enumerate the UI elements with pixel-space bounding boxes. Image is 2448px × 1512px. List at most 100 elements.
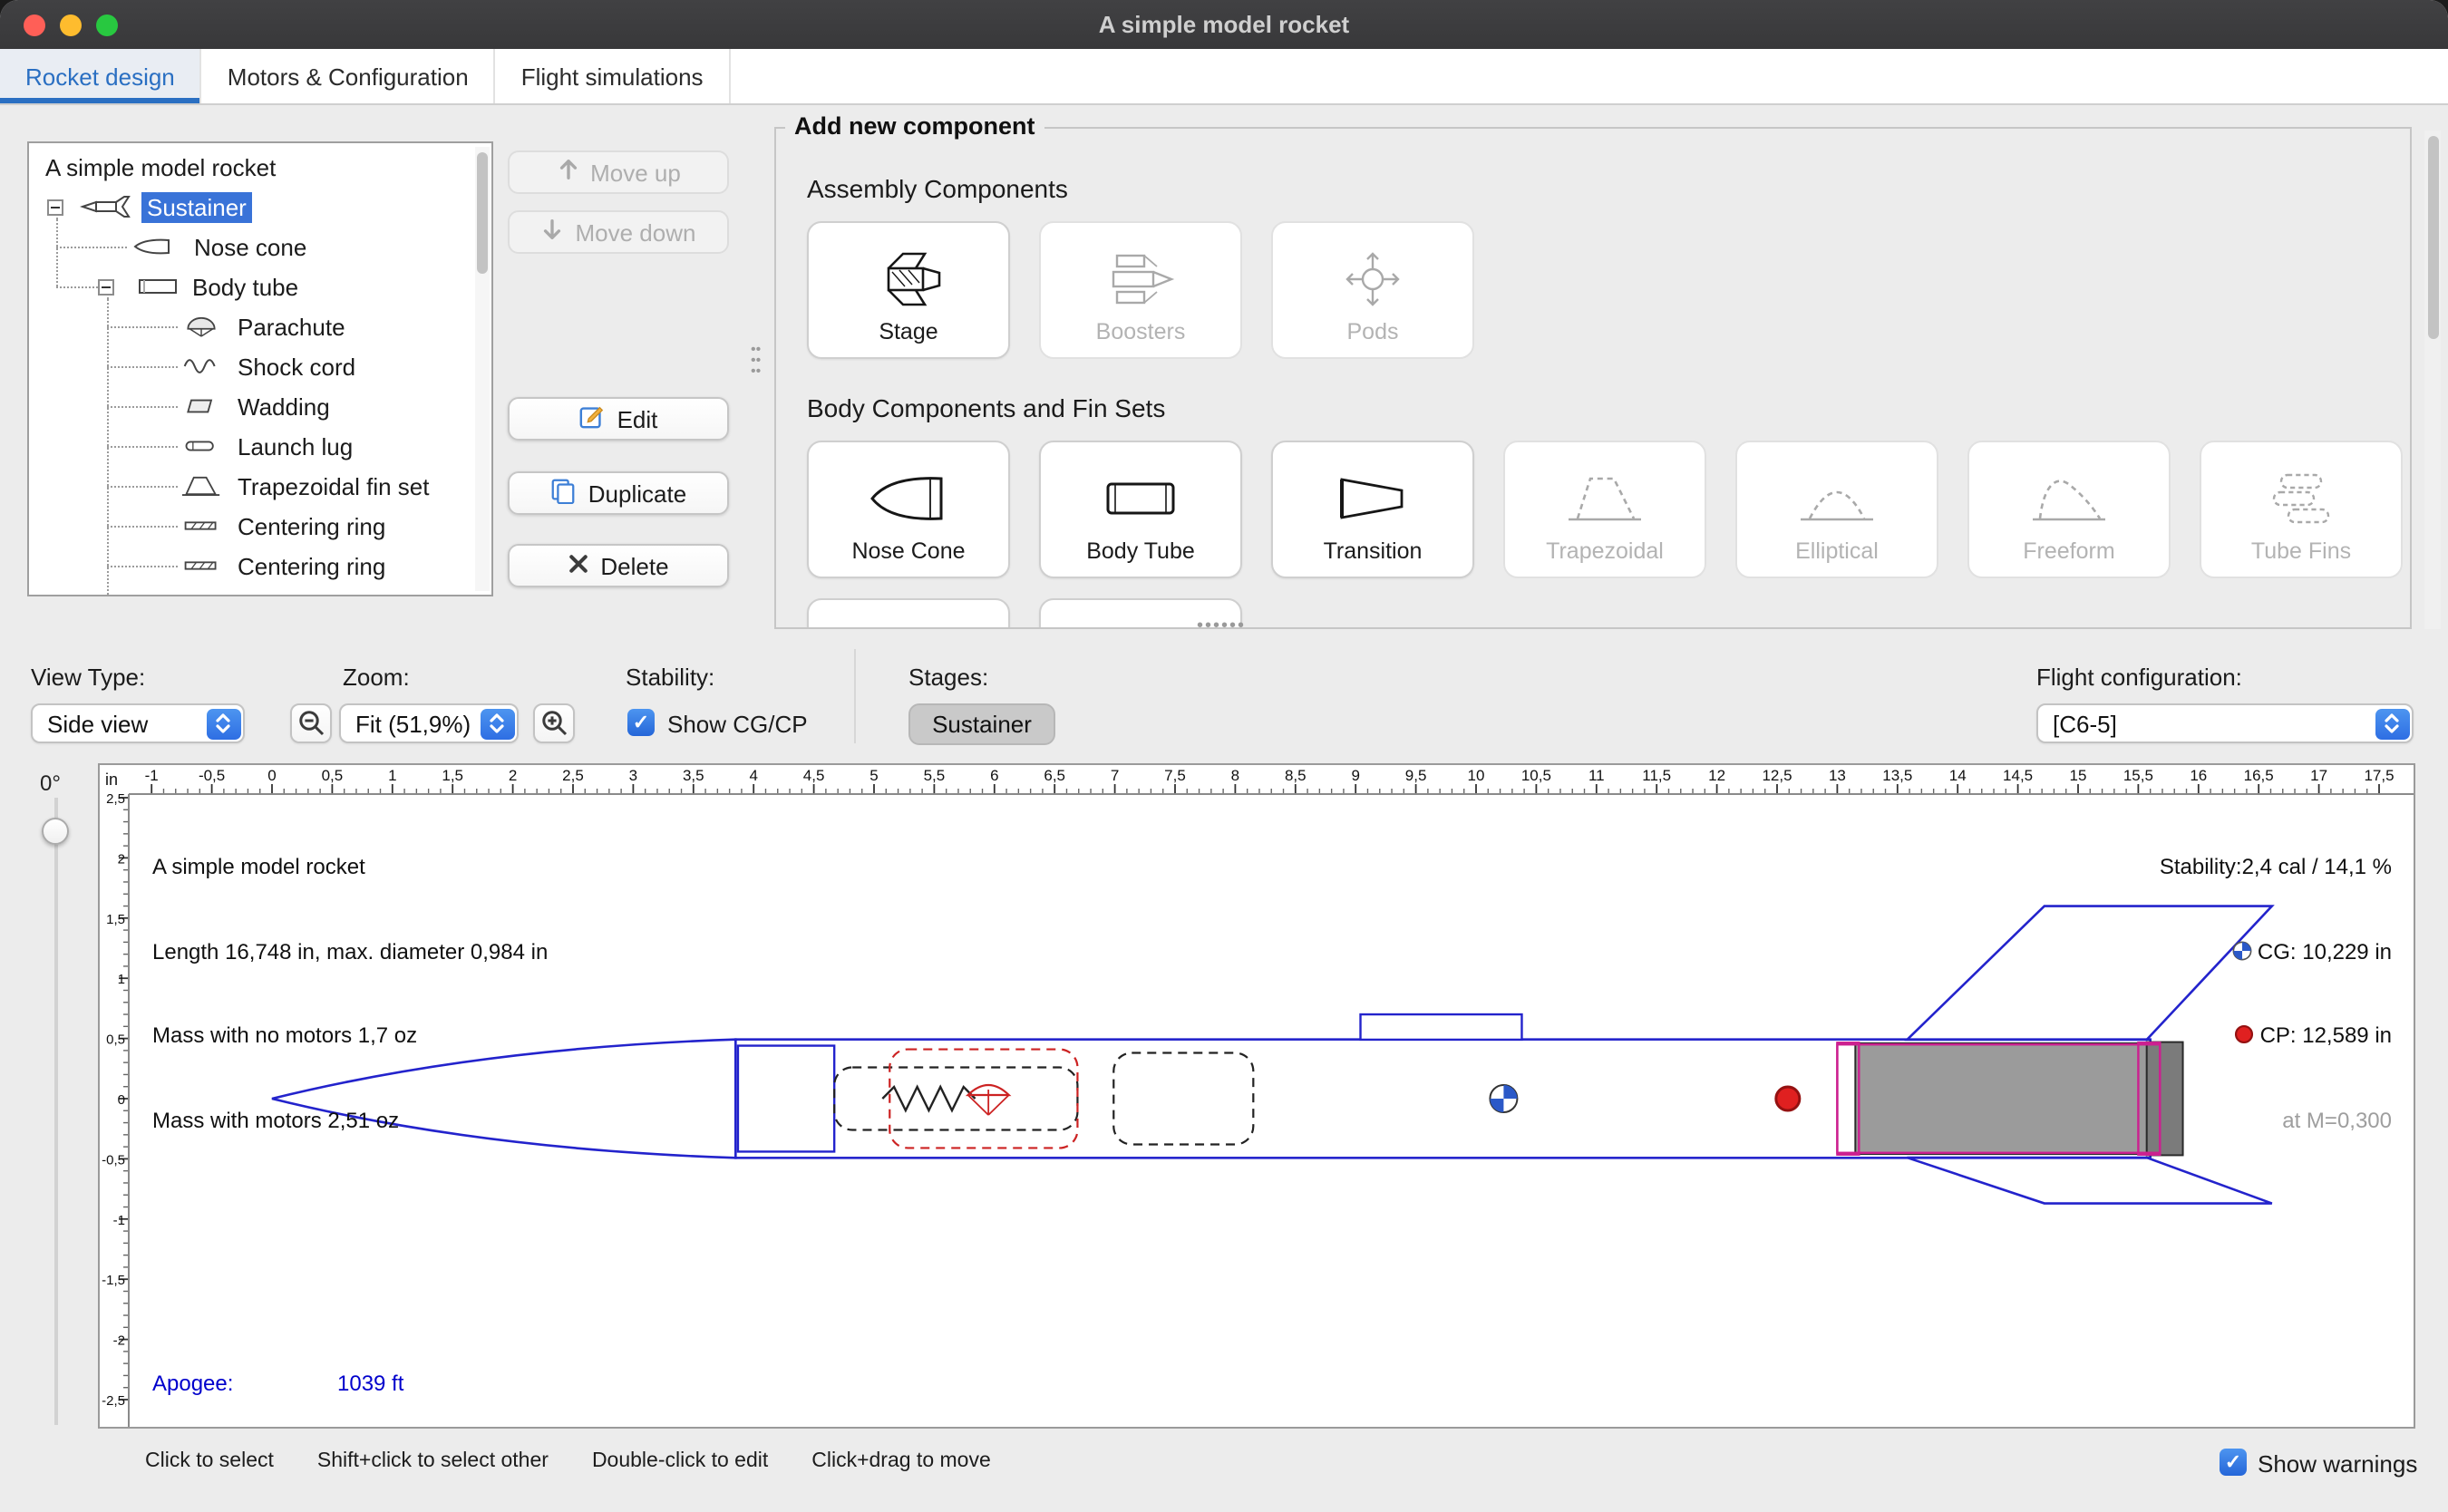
splitter-handle-horizontal[interactable]: •••••• — [1197, 616, 1246, 636]
tree-item-label: A simple model rocket — [40, 151, 281, 182]
duplicate-icon — [550, 477, 578, 509]
rotation-slider-track[interactable] — [54, 798, 58, 1425]
tree-expander-icon[interactable] — [98, 278, 114, 295]
tab-motors-configuration[interactable]: Motors & Configuration — [202, 49, 496, 103]
add-component-card-partial[interactable] — [807, 598, 1010, 629]
tree-item-launch-lug[interactable]: Launch lug — [29, 426, 491, 466]
show-warnings-label: Show warnings — [2258, 1450, 2417, 1478]
rotation-slider-knob[interactable] — [42, 818, 69, 845]
tree-expander-icon[interactable] — [47, 199, 63, 215]
show-cgcp-label: Show CG/CP — [667, 711, 808, 738]
panel-scrollbar-thumb[interactable] — [2427, 136, 2438, 339]
tree-item-parachute[interactable]: Parachute — [29, 306, 491, 346]
cg-symbol-icon — [2232, 940, 2252, 960]
transition-icon — [1331, 464, 1414, 533]
tree-item-centering-ring[interactable]: Centering ring — [29, 546, 491, 586]
flight-config-value: [C6-5] — [2053, 710, 2117, 737]
zoom-out-button[interactable] — [290, 703, 332, 743]
svg-text:0,5: 0,5 — [322, 767, 344, 784]
svg-text:16: 16 — [2190, 767, 2207, 784]
svg-text:3: 3 — [629, 767, 637, 784]
show-cgcp-checkbox[interactable]: ✓ — [627, 709, 655, 736]
duplicate-button[interactable]: Duplicate — [508, 471, 729, 515]
tree-item-trapezoidal-fin-set[interactable]: Trapezoidal fin set — [29, 466, 491, 506]
show-warnings-checkbox[interactable]: ✓ — [2220, 1449, 2247, 1476]
edit-button[interactable]: Edit — [508, 397, 729, 441]
svg-text:10,5: 10,5 — [1521, 767, 1551, 784]
rocket-name: A simple model rocket — [152, 854, 548, 882]
tree-item-body-tube[interactable]: Body tube — [29, 267, 491, 306]
component-card-row: StageBoostersPods — [807, 221, 1474, 359]
card-label: Tube Fins — [2251, 538, 2351, 564]
rocket-info-block: A simple model rocket Length 16,748 in, … — [152, 798, 548, 1191]
stage-rocket-icon — [80, 194, 134, 219]
svg-text:1,5: 1,5 — [106, 912, 125, 927]
shock-cord-icon — [181, 354, 221, 379]
tab-rocket-design[interactable]: Rocket design — [0, 49, 202, 103]
delete-x-icon — [568, 552, 589, 579]
edit-pencil-icon — [579, 402, 607, 435]
delete-button[interactable]: Delete — [508, 544, 729, 587]
add-body-tube-button[interactable]: Body Tube — [1039, 441, 1242, 578]
add-nose-cone-button[interactable]: Nose Cone — [807, 441, 1010, 578]
zoom-in-button[interactable] — [533, 703, 575, 743]
flight-config-select[interactable]: [C6-5] — [2036, 703, 2414, 743]
tab-flight-simulations[interactable]: Flight simulations — [496, 49, 731, 103]
card-label: Trapezoidal — [1546, 538, 1664, 564]
flight-config-label: Flight configuration: — [2036, 664, 2242, 691]
view-type-select[interactable]: Side view — [31, 703, 245, 743]
status-hint-3: Click+drag to move — [811, 1450, 991, 1472]
status-hints: Click to selectShift+click to select oth… — [145, 1450, 991, 1472]
elliptical-icon — [1795, 464, 1879, 533]
combo-arrows-icon — [206, 708, 240, 739]
view-type-label: View Type: — [31, 664, 145, 691]
svg-text:6: 6 — [990, 767, 998, 784]
svg-text:11,5: 11,5 — [1642, 767, 1671, 784]
tree-item-shock-cord[interactable]: Shock cord — [29, 346, 491, 386]
app-window: A simple model rocket Rocket designMotor… — [0, 0, 2448, 1512]
move-up-button: Move up — [508, 150, 729, 194]
tree-item-root[interactable]: A simple model rocket — [29, 147, 491, 187]
svg-text:4: 4 — [749, 767, 757, 784]
component-tree[interactable]: A simple model rocket SustainerNose coneB… — [27, 141, 493, 596]
tree-item-label: Trapezoidal fin set — [232, 470, 435, 501]
move-down-button: Move down — [508, 210, 729, 254]
zoom-value: Fit (51,9%) — [355, 710, 471, 737]
fin-set-icon — [181, 473, 221, 499]
tree-item-sustainer[interactable]: Sustainer — [29, 187, 491, 227]
nose-cone-icon — [867, 464, 950, 533]
close-button[interactable] — [24, 15, 45, 36]
tree-item-nose-cone[interactable]: Nose cone — [29, 227, 491, 267]
rocket-design-canvas[interactable]: -1-0,500,511,522,533,544,555,566,577,588… — [98, 763, 2415, 1429]
stability-info-block: Stability:2,4 cal / 14,1 % CG: 10,229 in… — [2160, 798, 2392, 1191]
svg-text:15,5: 15,5 — [2123, 767, 2153, 784]
status-hint-2: Double-click to edit — [592, 1450, 768, 1472]
nose-cone-icon — [132, 234, 176, 259]
add-transition-button[interactable]: Transition — [1271, 441, 1474, 578]
launch-lug-icon — [181, 433, 221, 459]
card-label: Nose Cone — [851, 538, 965, 564]
tree-scrollbar[interactable] — [475, 147, 490, 591]
svg-text:13,5: 13,5 — [1882, 767, 1912, 784]
tree-item-centering-ring[interactable]: Centering ring — [29, 506, 491, 546]
zoom-select[interactable]: Fit (51,9%) — [339, 703, 519, 743]
magnifier-minus-icon — [296, 709, 325, 738]
minimize-button[interactable] — [60, 15, 82, 36]
main-tab-bar: Rocket designMotors & ConfigurationFligh… — [0, 49, 2448, 105]
splitter-handle-vertical[interactable]: •••••• — [751, 344, 761, 377]
tree-item-inner-tube[interactable]: Inner Tube — [29, 586, 491, 596]
add-stage-button[interactable]: Stage — [807, 221, 1010, 359]
svg-text:1,5: 1,5 — [442, 767, 463, 784]
add-component-title: Add new component — [785, 112, 1044, 140]
tree-scrollbar-thumb[interactable] — [477, 152, 488, 274]
svg-text:0: 0 — [267, 767, 276, 784]
stability-value-line: Stability:2,4 cal / 14,1 % — [2160, 854, 2392, 882]
tree-item-wadding[interactable]: Wadding — [29, 386, 491, 426]
panel-scrollbar[interactable] — [2424, 131, 2441, 629]
svg-text:7,5: 7,5 — [1164, 767, 1186, 784]
svg-text:-2: -2 — [113, 1333, 125, 1349]
svg-text:14: 14 — [1949, 767, 1967, 784]
maximize-button[interactable] — [96, 15, 118, 36]
svg-text:6,5: 6,5 — [1044, 767, 1065, 784]
stage-toggle-sustainer[interactable]: Sustainer — [908, 703, 1055, 745]
